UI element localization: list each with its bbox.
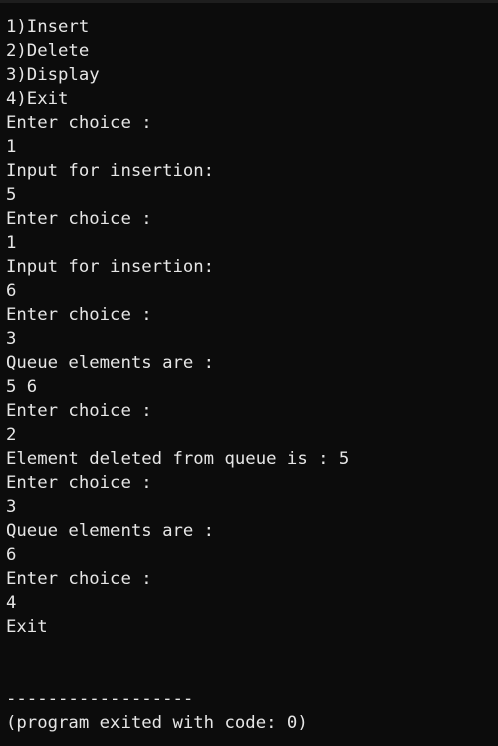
output-line: 5 xyxy=(6,185,17,205)
output-line: Queue elements are : xyxy=(6,521,215,541)
output-line: 6 xyxy=(6,545,17,565)
output-line: 6 xyxy=(6,281,17,301)
exit-status-message: (program exited with code: 0) xyxy=(6,713,308,733)
output-line: 2)Delete xyxy=(6,41,90,61)
output-line: 3)Display xyxy=(6,65,100,85)
separator-line: ------------------ xyxy=(6,689,194,709)
output-line: Input for insertion: xyxy=(6,161,215,181)
output-line: 4)Exit xyxy=(6,89,69,109)
output-line: Element deleted from queue is : 5 xyxy=(6,449,350,469)
output-line: Enter choice : xyxy=(6,305,152,325)
output-line: Input for insertion: xyxy=(6,257,215,277)
output-line: 1 xyxy=(6,233,17,253)
output-line: Enter choice : xyxy=(6,209,152,229)
output-line: 2 xyxy=(6,425,17,445)
output-line: Exit xyxy=(6,617,48,637)
output-line: Enter choice : xyxy=(6,401,152,421)
terminal-console[interactable]: 1)Insert 2)Delete 3)Display 4)Exit Enter… xyxy=(6,15,492,735)
output-line: 1)Insert xyxy=(6,17,90,37)
output-line: Queue elements are : xyxy=(6,353,215,373)
output-line: 4 xyxy=(6,593,17,613)
output-line: Enter choice : xyxy=(6,569,152,589)
window-top-border xyxy=(0,0,498,3)
output-line: 5 6 xyxy=(6,377,38,397)
output-line: Enter choice : xyxy=(6,113,152,133)
output-line: 1 xyxy=(6,137,17,157)
output-line: 3 xyxy=(6,329,17,349)
output-line: 3 xyxy=(6,497,17,517)
output-line: Enter choice : xyxy=(6,473,152,493)
